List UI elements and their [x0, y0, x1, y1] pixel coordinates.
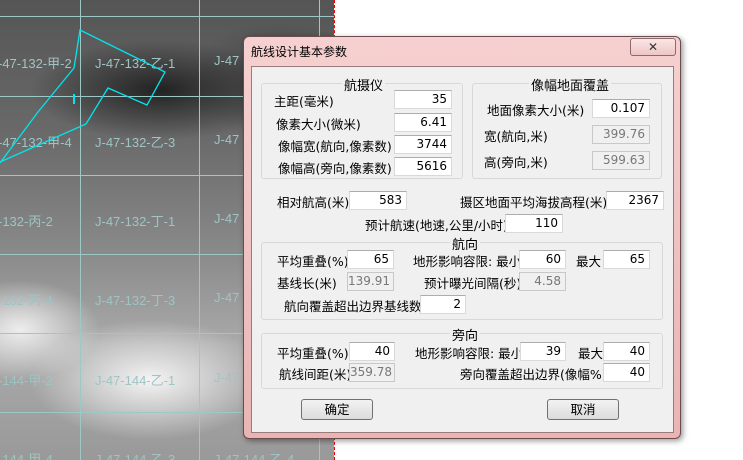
focal-input[interactable]: 35: [394, 90, 452, 109]
group-title: 像幅地面覆盖: [529, 75, 612, 94]
frame-height-label: 像幅高(旁向,像素数): [278, 161, 392, 176]
focal-label: 主距(毫米): [274, 94, 334, 109]
forward-max-input[interactable]: 65: [603, 250, 650, 269]
side-overlap-label: 平均重叠(%): [277, 346, 349, 361]
elevation-input[interactable]: 2367: [606, 191, 664, 210]
side-extra-label: 旁向覆盖超出边界(像幅%): [460, 367, 607, 382]
rel-height-input[interactable]: 583: [349, 191, 407, 210]
rel-height-label: 相对航高(米): [277, 195, 350, 210]
frame-height-input[interactable]: 5616: [394, 157, 452, 176]
forward-min-input[interactable]: 60: [519, 250, 566, 269]
group-title: 航摄仪: [342, 75, 386, 94]
side-extra-input[interactable]: 40: [603, 363, 650, 382]
interval-label: 预计曝光间隔(秒): [424, 276, 522, 291]
forward-min-label: 地形影响容限: 最小: [413, 254, 522, 269]
ground-height-label: 高(旁向,米): [484, 155, 548, 170]
speed-label: 预计航速(地速,公里/小时): [365, 218, 508, 233]
side-max-label: 最大: [578, 346, 604, 361]
interval-field: 4.58: [519, 272, 566, 291]
gsd-input[interactable]: 0.107: [592, 99, 650, 118]
ground-width-field: 399.76: [592, 125, 650, 144]
spacing-field: 359.78: [349, 363, 395, 382]
elevation-label: 摄区地面平均海拔高程(米): [460, 195, 608, 210]
side-min-input[interactable]: 39: [520, 342, 566, 361]
spacing-label: 航线间距(米): [279, 367, 352, 382]
baseline-label: 基线长(米): [277, 276, 337, 291]
frame-width-label: 像幅宽(航向,像素数): [278, 139, 392, 154]
close-button[interactable]: ✕: [630, 38, 676, 56]
forward-extra-input[interactable]: 2: [420, 295, 466, 314]
frame-width-input[interactable]: 3744: [394, 135, 452, 154]
side-overlap-input[interactable]: 40: [349, 342, 395, 361]
ground-height-field: 599.63: [592, 151, 650, 170]
baseline-field: 139.91: [347, 272, 394, 291]
forward-overlap-input[interactable]: 65: [347, 250, 394, 269]
forward-max-label: 最大: [576, 254, 602, 269]
group-title: 旁向: [450, 325, 481, 344]
ok-button[interactable]: 确定: [301, 399, 373, 420]
cancel-button[interactable]: 取消: [547, 399, 619, 420]
ground-width-label: 宽(航向,米): [484, 129, 548, 144]
side-min-label: 地形影响容限: 最小: [415, 346, 524, 361]
forward-extra-label: 航向覆盖超出边界基线数: [284, 299, 422, 314]
dialog-title: 航线设计基本参数: [251, 45, 348, 59]
pixel-size-label: 像素大小(微米): [276, 117, 361, 132]
gsd-label: 地面像素大小(米): [487, 103, 585, 118]
side-max-input[interactable]: 40: [603, 342, 650, 361]
speed-input[interactable]: 110: [505, 214, 563, 233]
forward-overlap-label: 平均重叠(%): [277, 254, 349, 269]
pixel-size-input[interactable]: 6.41: [394, 113, 452, 132]
